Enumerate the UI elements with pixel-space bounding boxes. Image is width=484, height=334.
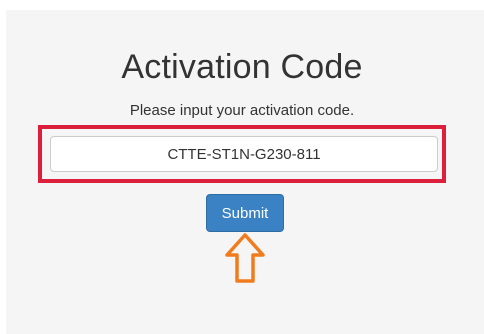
arrow-up-icon bbox=[225, 233, 265, 283]
page-title: Activation Code bbox=[121, 48, 363, 86]
submit-button[interactable]: Submit bbox=[206, 194, 284, 232]
activation-code-input[interactable] bbox=[50, 136, 438, 172]
instruction-text: Please input your activation code. bbox=[129, 102, 355, 119]
